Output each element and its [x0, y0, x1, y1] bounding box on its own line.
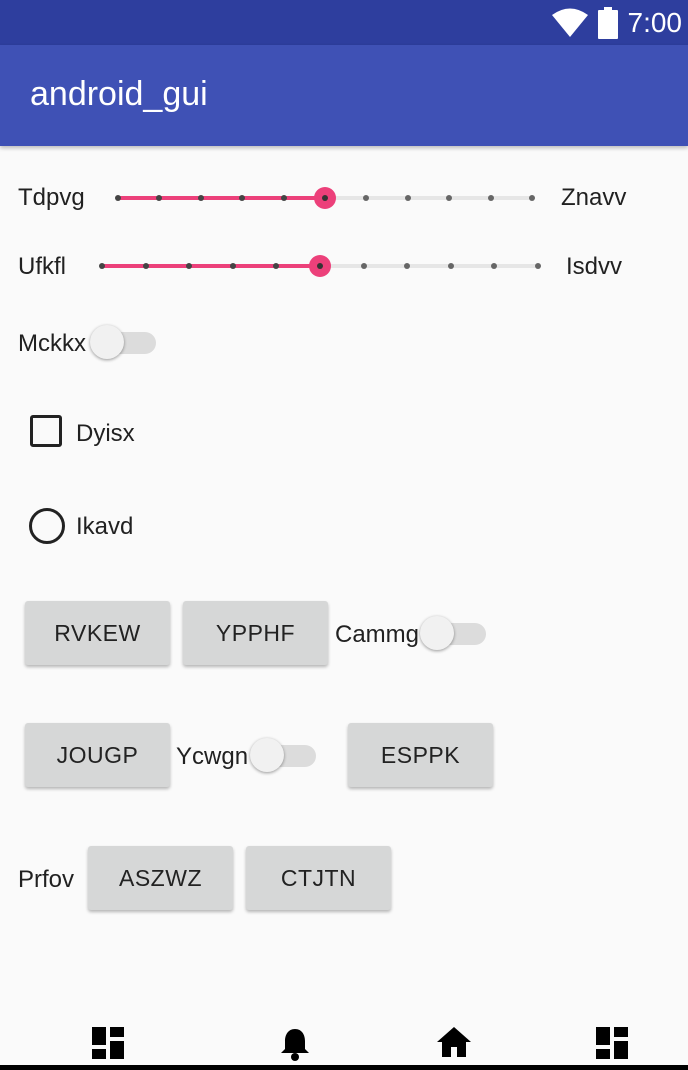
slider-1-left-label: Tdpvg	[18, 184, 85, 211]
app-bar: android_gui	[0, 45, 688, 146]
switch-cammg[interactable]	[420, 613, 486, 653]
switch-ycwgn[interactable]	[250, 735, 316, 775]
slider-tick	[197, 195, 204, 201]
radio-ikavd[interactable]	[29, 508, 65, 544]
slider-thumb[interactable]	[314, 187, 336, 209]
slider-tick	[99, 263, 105, 269]
slider-tick	[280, 195, 287, 201]
rvkew-button[interactable]: RVKEW	[25, 601, 170, 665]
status-icons: 7:00	[551, 0, 683, 45]
dashboard-icon[interactable]	[596, 1027, 628, 1059]
bottom-nav	[0, 1015, 688, 1070]
wifi-icon	[551, 8, 588, 37]
slider-tick	[142, 263, 149, 269]
nav-divider	[0, 1065, 688, 1070]
slider-tick	[487, 195, 494, 201]
slider-tick	[186, 263, 193, 269]
status-bar: 7:00	[0, 0, 688, 45]
radio-ikavd-label: Ikavd	[76, 513, 134, 540]
checkbox-dyisx-label: Dyisx	[76, 420, 135, 447]
aszwz-button[interactable]: ASZWZ	[88, 846, 233, 910]
slider-fill	[118, 196, 325, 200]
slider-2-left-label: Ufkfl	[18, 253, 66, 280]
slider-2-right-label: Isdvv	[566, 253, 623, 280]
slider-tick	[273, 263, 280, 269]
switch-cammg-label: Cammg	[335, 621, 420, 648]
ypphf-button[interactable]: YPPHF	[183, 601, 328, 665]
slider-2[interactable]	[99, 251, 541, 281]
bell-icon[interactable]	[279, 1027, 311, 1061]
battery-icon	[597, 6, 618, 39]
esppk-button[interactable]: ESPPK	[348, 723, 493, 787]
slider-tick	[404, 263, 411, 269]
slider-tick	[239, 195, 246, 201]
app-title: android_gui	[30, 75, 208, 113]
jougp-button[interactable]: JOUGP	[25, 723, 170, 787]
slider-tick	[360, 263, 367, 269]
home-icon[interactable]	[437, 1027, 471, 1057]
slider-1-right-label: Znavv	[561, 184, 627, 211]
prfov-label: Prfov	[18, 866, 75, 893]
switch-thumb	[420, 616, 454, 650]
switch-mckkx[interactable]	[90, 322, 156, 362]
switch-thumb	[90, 325, 124, 359]
slider-thumb[interactable]	[309, 255, 331, 277]
slider-tick	[115, 195, 121, 201]
slider-tick	[535, 263, 541, 269]
switch-mckkx-label: Mckkx	[18, 330, 86, 357]
slider-tick	[156, 195, 163, 201]
status-time: 7:00	[627, 6, 683, 38]
slider-tick	[404, 195, 411, 201]
slider-tick	[446, 195, 453, 201]
switch-ycwgn-label: Ycwgn	[176, 743, 249, 770]
slider-1[interactable]	[115, 183, 535, 213]
slider-tick	[363, 195, 370, 201]
ctjtn-button[interactable]: CTJTN	[246, 846, 391, 910]
dashboard-icon[interactable]	[92, 1027, 124, 1059]
slider-tick	[447, 263, 454, 269]
switch-thumb	[250, 738, 284, 772]
slider-fill	[102, 264, 320, 268]
slider-tick	[529, 195, 535, 201]
checkbox-dyisx[interactable]	[30, 415, 62, 447]
slider-tick	[229, 263, 236, 269]
slider-tick	[491, 263, 498, 269]
